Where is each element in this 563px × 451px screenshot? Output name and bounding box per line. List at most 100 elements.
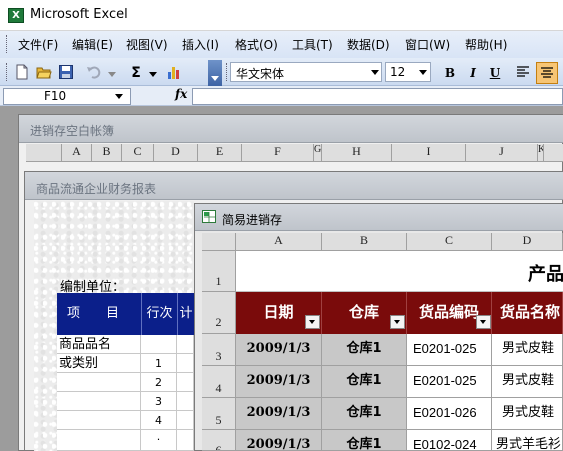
autofilter-date-button[interactable] (305, 315, 320, 329)
cell-item-code[interactable]: E0201-026 (407, 398, 492, 430)
column-header[interactable]: G (314, 144, 322, 162)
sheet-title[interactable]: 产品 (528, 260, 563, 286)
menu-data[interactable]: 数据(D) (347, 36, 390, 53)
column-header[interactable]: K (538, 144, 544, 162)
cell-warehouse[interactable]: 仓库1 (322, 430, 407, 451)
cell-item-name[interactable]: 男式皮鞋 (492, 334, 563, 366)
row-header[interactable]: 1 (202, 251, 236, 292)
underline-button[interactable]: U (485, 63, 505, 83)
autofilter-item-code-button[interactable] (476, 315, 491, 329)
toolbar-grip[interactable] (6, 63, 9, 81)
italic-button[interactable]: I (463, 63, 483, 83)
name-box-dropdown-icon[interactable] (115, 94, 123, 99)
align-center-button[interactable] (536, 62, 558, 84)
cell-date[interactable]: 2009/1/3 (236, 398, 322, 430)
row-header[interactable]: 5 (202, 398, 236, 430)
menu-view[interactable]: 视图(V) (126, 36, 168, 53)
font-dropdown-icon[interactable] (371, 70, 379, 75)
column-header[interactable]: J (466, 144, 538, 162)
align-left-icon[interactable] (515, 64, 531, 80)
column-header[interactable]: C (122, 144, 154, 162)
item-cell[interactable] (57, 430, 141, 451)
cell-item-name[interactable]: 男式皮鞋 (492, 398, 563, 430)
row-number-cell[interactable]: 1 (141, 354, 177, 373)
item-cell[interactable] (57, 392, 141, 411)
menu-format[interactable]: 格式(O) (235, 36, 278, 53)
row-header[interactable]: 6 (202, 430, 236, 451)
column-header[interactable]: D (492, 233, 563, 251)
insert-function-icon[interactable]: fx (175, 87, 187, 101)
menu-file[interactable]: 文件(F) (18, 36, 58, 53)
sheet-icon[interactable] (202, 210, 216, 223)
value-cell[interactable] (177, 335, 194, 354)
menu-grip[interactable] (6, 35, 9, 53)
row-number-cell[interactable]: 4 (141, 411, 177, 430)
select-all-corner[interactable] (26, 144, 62, 162)
cell-warehouse[interactable]: 仓库1 (322, 366, 407, 398)
menu-edit[interactable]: 编辑(E) (72, 36, 113, 53)
cell-item-name[interactable]: 男式皮鞋 (492, 366, 563, 398)
autofilter-warehouse-button[interactable] (390, 315, 405, 329)
row-number-cell[interactable]: 2 (141, 373, 177, 392)
column-header[interactable]: H (322, 144, 392, 162)
row-header[interactable]: 4 (202, 366, 236, 398)
toolbar-options-button[interactable] (208, 60, 222, 86)
format-toolbar-grip[interactable] (226, 63, 229, 81)
value-cell[interactable] (177, 373, 194, 392)
row-number-cell[interactable] (141, 335, 177, 354)
row-header[interactable]: 3 (202, 334, 236, 366)
excel-app-icon[interactable]: X (8, 8, 24, 23)
item-cell[interactable]: 商品品名 (57, 335, 141, 354)
undo-dropdown-icon[interactable] (108, 72, 116, 77)
header-item-name[interactable]: 货品名称 (492, 292, 563, 334)
undo-icon[interactable] (86, 64, 102, 80)
cell-date[interactable]: 2009/1/3 (236, 366, 322, 398)
menu-window[interactable]: 窗口(W) (405, 36, 450, 53)
column-header[interactable]: B (322, 233, 407, 251)
autosum-button[interactable]: Σ (126, 63, 146, 83)
cell-item-code[interactable]: E0102-024 (407, 430, 492, 451)
item-cell[interactable] (57, 411, 141, 430)
menu-insert[interactable]: 插入(I) (182, 36, 219, 53)
column-header[interactable]: A (236, 233, 322, 251)
new-document-icon[interactable] (14, 64, 30, 80)
menu-help[interactable]: 帮助(H) (465, 36, 507, 53)
item-cell[interactable] (57, 373, 141, 392)
autosum-dropdown-icon[interactable] (149, 72, 157, 77)
column-header[interactable]: D (154, 144, 198, 162)
row-number-header-cell[interactable]: 行次 (141, 293, 177, 335)
name-box[interactable] (3, 88, 131, 105)
column-header[interactable]: E (198, 144, 242, 162)
cell-date[interactable]: 2009/1/3 (236, 430, 322, 451)
column-header[interactable]: B (92, 144, 122, 162)
value-cell[interactable] (177, 411, 194, 430)
save-icon[interactable] (58, 64, 74, 80)
font-name-value: 华文宋体 (236, 67, 285, 81)
select-all-corner[interactable] (202, 233, 236, 251)
cell-item-name[interactable]: 男式羊毛衫 (492, 430, 563, 451)
item-cell[interactable]: 或类别 (57, 354, 141, 373)
value-cell[interactable] (177, 430, 194, 451)
bold-button[interactable]: B (440, 63, 460, 83)
cell-item-code[interactable]: E0201-025 (407, 366, 492, 398)
cell-item-code[interactable]: E0201-025 (407, 334, 492, 366)
menu-tools[interactable]: 工具(T) (292, 36, 333, 53)
column-header[interactable]: A (62, 144, 92, 162)
chart-wizard-icon[interactable] (166, 64, 182, 80)
column-header[interactable]: I (392, 144, 466, 162)
cell-date[interactable]: 2009/1/3 (236, 334, 322, 366)
row-header[interactable]: 2 (202, 292, 236, 334)
row-number-cell[interactable]: · (141, 430, 177, 451)
column-header[interactable]: C (407, 233, 492, 251)
extra-header-cell[interactable]: 计 (177, 293, 194, 335)
row-number-cell[interactable]: 3 (141, 392, 177, 411)
value-cell[interactable] (177, 354, 194, 373)
value-cell[interactable] (177, 392, 194, 411)
item-header-cell[interactable]: 项 目 (57, 293, 141, 335)
cell-warehouse[interactable]: 仓库1 (322, 398, 407, 430)
formula-input[interactable] (192, 88, 563, 105)
open-folder-icon[interactable] (36, 64, 52, 80)
font-size-dropdown-icon[interactable] (419, 70, 427, 75)
column-header[interactable]: F (242, 144, 314, 162)
cell-warehouse[interactable]: 仓库1 (322, 334, 407, 366)
